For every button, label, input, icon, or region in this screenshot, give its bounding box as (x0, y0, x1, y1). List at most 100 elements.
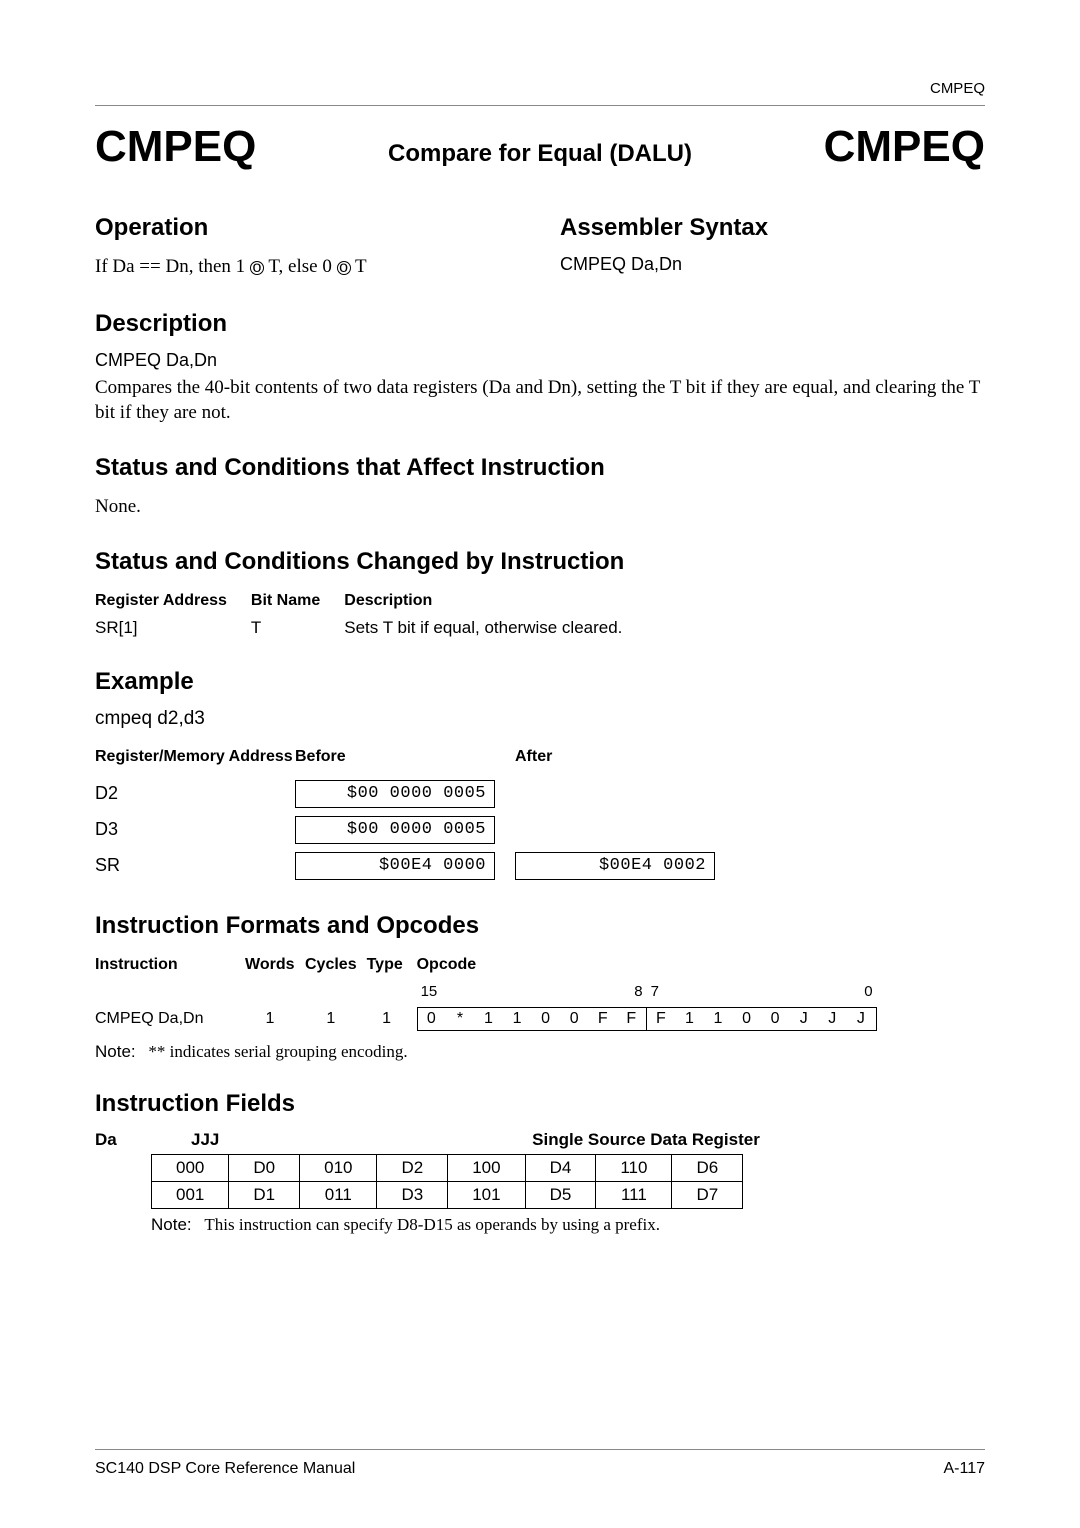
opcode-bit: * (446, 1008, 475, 1030)
table-row: D2 $00 0000 0005 (95, 776, 727, 812)
opcode-bit: F (618, 1008, 647, 1030)
opcode-bit: J (847, 1008, 876, 1030)
assembler-heading: Assembler Syntax (560, 214, 985, 242)
field-cell: 011 (300, 1181, 377, 1208)
opcode-grid: 0 * 1 1 0 0 F F F 1 1 0 0 J J (417, 1007, 877, 1031)
td-address: SR[1] (95, 616, 251, 640)
title-row: CMPEQ Compare for Equal (DALU) CMPEQ (95, 122, 985, 172)
note-text: ** indicates serial grouping encoding. (148, 1042, 407, 1061)
table-row: CMPEQ Da,Dn 1 1 1 0 * 1 1 0 0 F F F (95, 1004, 887, 1034)
formats-table: Instruction Words Cycles Type Opcode 15 … (95, 952, 887, 1034)
field-cell: D0 (229, 1154, 300, 1181)
bit-8: 8 (532, 983, 647, 1000)
td-words: 1 (245, 1004, 305, 1034)
col-description: Description (344, 588, 646, 616)
footer-left: SC140 DSP Core Reference Manual (95, 1460, 355, 1478)
example-table: Register/Memory Address Before After D2 … (95, 744, 727, 884)
td-desc: Sets T bit if equal, otherwise cleared. (344, 616, 646, 640)
example-code: cmpeq d2,d3 (95, 708, 985, 730)
opcode-bit: 0 (560, 1008, 589, 1030)
field-cell: D6 (672, 1154, 743, 1181)
field-cell: 000 (152, 1154, 229, 1181)
field-cell: 100 (448, 1154, 525, 1181)
field-cell: D4 (525, 1154, 596, 1181)
note-label: Note: (151, 1215, 192, 1234)
formats-heading: Instruction Formats and Opcodes (95, 912, 985, 940)
op-text-2: T, else 0 (264, 256, 337, 277)
field-cell: D7 (672, 1181, 743, 1208)
opcode-bit: 1 (503, 1008, 532, 1030)
table-row: SR[1] T Sets T bit if equal, otherwise c… (95, 616, 646, 640)
note-label: Note: (95, 1042, 136, 1061)
col-opcode: Opcode (417, 952, 887, 980)
field-cell: D3 (377, 1181, 448, 1208)
header-rule (95, 105, 985, 106)
bit-0: 0 (762, 983, 877, 1000)
before-value: $00 0000 0005 (295, 816, 495, 844)
assembler-text: CMPEQ Da,Dn (560, 254, 985, 275)
description-sub: CMPEQ Da,Dn (95, 350, 985, 371)
field-cell: D1 (229, 1181, 300, 1208)
col-instr: Instruction (95, 952, 245, 980)
status-changed-heading: Status and Conditions Changed by Instruc… (95, 548, 985, 576)
opcode-bit: 0 (761, 1008, 790, 1030)
td-instr: CMPEQ Da,Dn (95, 1004, 245, 1034)
fields-subhead: Single Source Data Register (307, 1130, 985, 1150)
da-label: Da (95, 1130, 135, 1150)
status-changed-table: Register Address Bit Name Description SR… (95, 588, 646, 640)
td-type: 1 (367, 1004, 417, 1034)
table-row: 001 D1 011 D3 101 D5 111 D7 (152, 1181, 743, 1208)
operation-text: If Da == Dn, then 1 o T, else 0 o T (95, 254, 520, 280)
field-cell: 111 (596, 1181, 672, 1208)
opcode-bit: J (818, 1008, 847, 1030)
opcode-bit: 1 (676, 1008, 705, 1030)
table-row: D3 $00 0000 0005 (95, 812, 727, 848)
td-bit: T (251, 616, 344, 640)
fields-heading: Instruction Fields (95, 1090, 985, 1118)
jjj-label: JJJ (191, 1130, 251, 1150)
example-heading: Example (95, 668, 985, 696)
col-type: Type (367, 952, 417, 980)
col-before: Before (295, 744, 515, 776)
field-cell: 110 (596, 1154, 672, 1181)
field-cell: 010 (300, 1154, 377, 1181)
opcode-bit: F (589, 1008, 618, 1030)
table-row: 000 D0 010 D2 100 D4 110 D6 (152, 1154, 743, 1181)
description-body: Compares the 40-bit contents of two data… (95, 375, 985, 426)
opcode-bit: J (790, 1008, 819, 1030)
fields-note: Note: This instruction can specify D8-D1… (151, 1215, 985, 1235)
reg-label: D2 (95, 776, 295, 812)
mnemonic-left: CMPEQ (95, 122, 256, 172)
status-affect-heading: Status and Conditions that Affect Instru… (95, 454, 985, 482)
col-words: Words (245, 952, 305, 980)
reg-label: D3 (95, 812, 295, 848)
opcode-bit: F (646, 1008, 676, 1030)
table-row: SR $00E4 0000 $00E4 0002 (95, 848, 727, 884)
after-blank (515, 816, 715, 844)
before-value: $00E4 0000 (295, 852, 495, 880)
field-cell: D2 (377, 1154, 448, 1181)
footer-right: A-117 (943, 1460, 985, 1478)
fields-table: 000 D0 010 D2 100 D4 110 D6 001 D1 011 D… (151, 1154, 743, 1209)
arrow-icon: o (337, 261, 351, 275)
description-heading: Description (95, 310, 985, 338)
arrow-icon: o (250, 261, 264, 275)
bit-labels: 15 8 7 0 (417, 983, 877, 1000)
reg-label: SR (95, 848, 295, 884)
op-text-3: T (351, 256, 367, 277)
operation-heading: Operation (95, 214, 520, 242)
title-center: Compare for Equal (DALU) (388, 140, 692, 168)
page-header-tag: CMPEQ (95, 80, 985, 105)
field-cell: D5 (525, 1181, 596, 1208)
bit-15: 15 (417, 983, 532, 1000)
mnemonic-right: CMPEQ (824, 122, 985, 172)
note-text: This instruction can specify D8-D15 as o… (204, 1215, 660, 1234)
col-cycles: Cycles (305, 952, 367, 980)
col-after: After (515, 744, 727, 776)
before-value: $00 0000 0005 (295, 780, 495, 808)
status-affect-body: None. (95, 494, 985, 520)
col-register-address: Register Address (95, 588, 251, 616)
opcode-bit: 1 (704, 1008, 733, 1030)
field-cell: 001 (152, 1181, 229, 1208)
after-value: $00E4 0002 (515, 852, 715, 880)
